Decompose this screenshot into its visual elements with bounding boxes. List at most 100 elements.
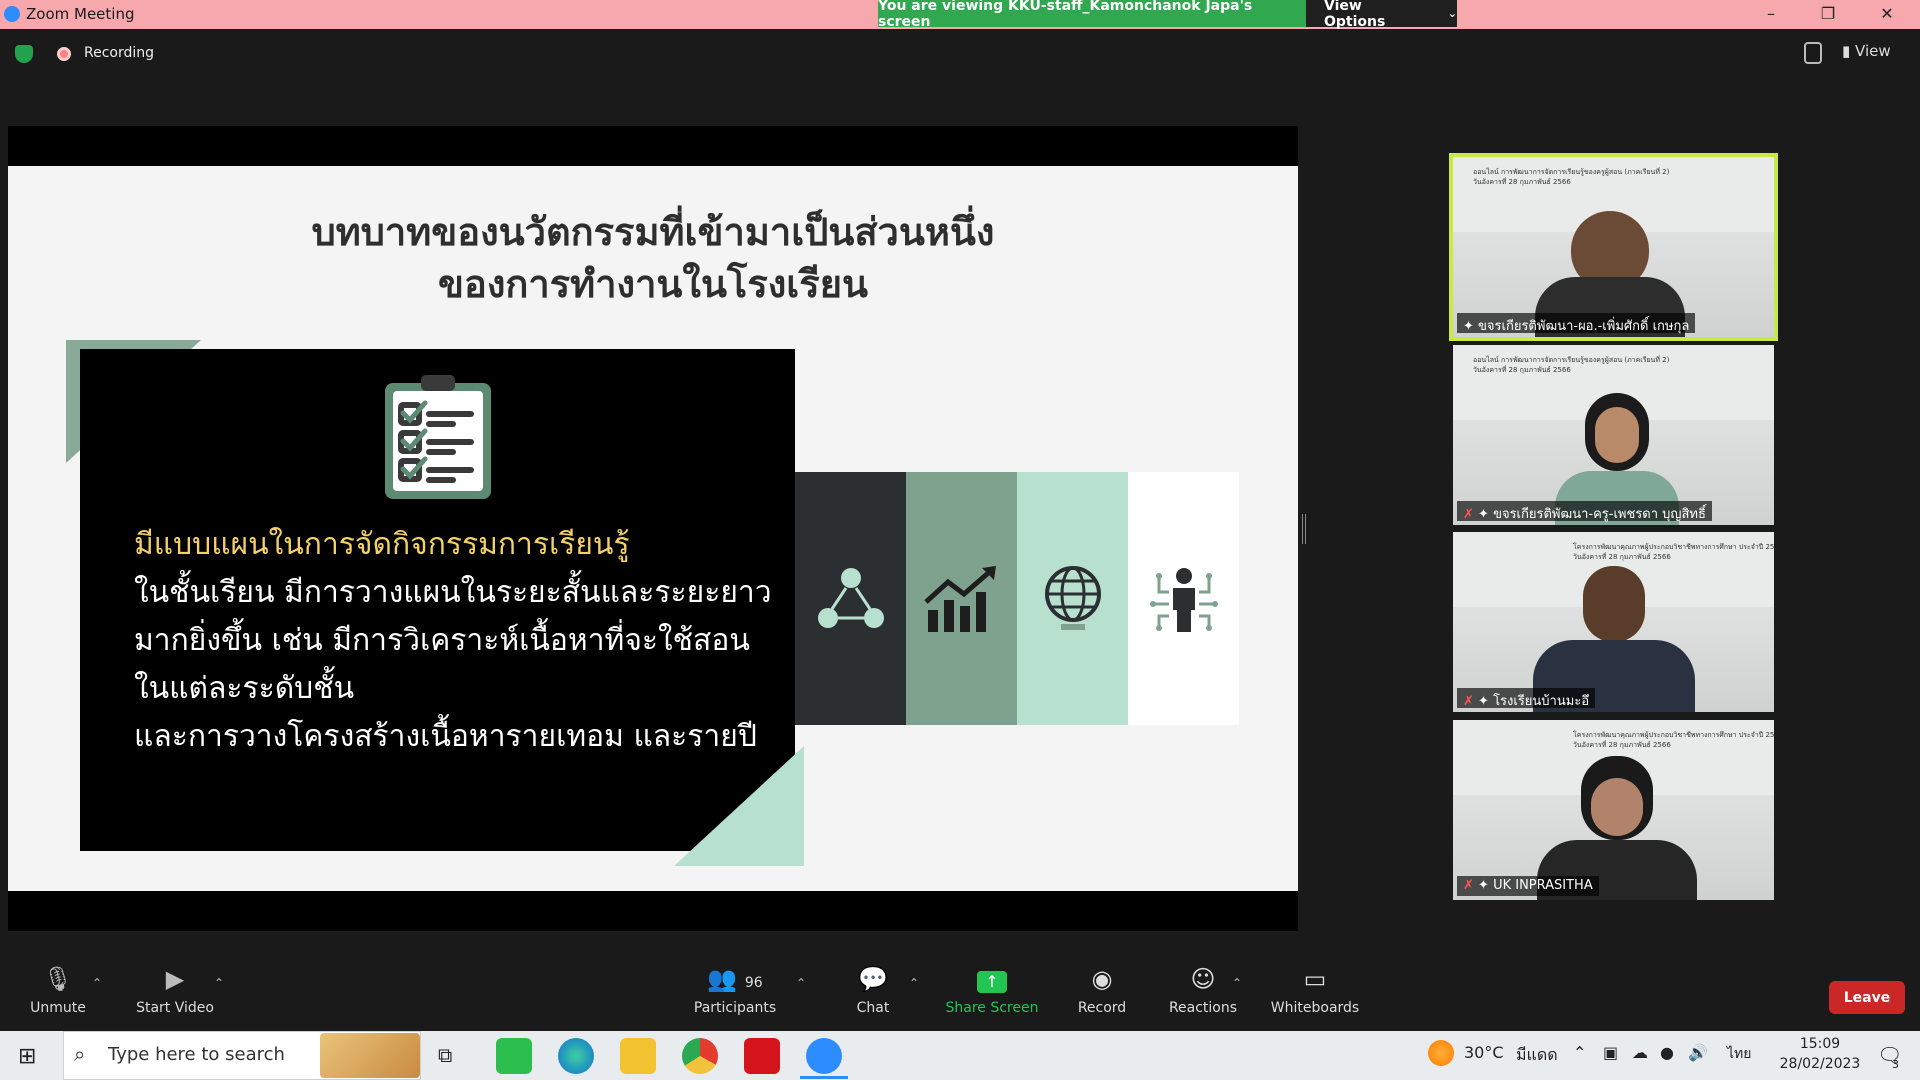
acrobat-reader-icon[interactable] — [744, 1038, 780, 1074]
meet-now-icon[interactable]: ▣ — [1603, 1043, 1618, 1062]
language-indicator[interactable]: ไทย — [1727, 1043, 1751, 1065]
task-view-icon[interactable]: ⧉ — [438, 1043, 452, 1067]
camera-switch-icon[interactable] — [1804, 42, 1822, 64]
leave-button[interactable]: Leave — [1829, 981, 1905, 1014]
tile-banner-line: ออนไลน์ การพัฒนาการจัดการเรียนรู้ของครูผ… — [1473, 168, 1670, 176]
video-options-chevron-icon[interactable]: ⌃ — [214, 976, 224, 990]
globe-icon — [1044, 565, 1101, 630]
network-icon — [817, 567, 884, 628]
tile-banner-text: โครงการพัฒนาคุณภาพผู้ประกอบวิชาชีพทางการ… — [1573, 542, 1774, 562]
share-screen-label: Share Screen — [945, 1000, 1039, 1016]
whiteboard-icon: ▭ — [1303, 965, 1327, 993]
slide-title-line-2: ของการทำงานในโรงเรียน — [438, 262, 868, 306]
tile-banner-line: โครงการพัฒนาคุณภาพผู้ประกอบวิชาชีพทางการ… — [1573, 543, 1774, 551]
close-icon[interactable]: ✕ — [1876, 4, 1898, 24]
participant-tile[interactable]: ออนไลน์ การพัฒนาการจัดการเรียนรู้ของครูผ… — [1449, 153, 1778, 341]
audio-options-chevron-icon[interactable]: ⌃ — [92, 976, 102, 990]
slide-body-text: มีแบบแผนในการจัดกิจกรรมการเรียนรู้ ในชั้… — [134, 521, 784, 761]
whiteboards-label: Whiteboards — [1270, 1000, 1360, 1016]
onedrive-cloud-icon[interactable]: ☁ — [1632, 1043, 1648, 1062]
view-options-label: View Options — [1324, 0, 1386, 30]
record-button[interactable]: ◉ Record — [1076, 964, 1128, 1016]
zoom-app-icon[interactable] — [806, 1038, 842, 1074]
chat-options-chevron-icon[interactable]: ⌃ — [909, 976, 919, 990]
icon-panel-network — [795, 472, 906, 725]
record-icon: ◉ — [1091, 965, 1113, 993]
recording-label: Recording — [84, 45, 155, 61]
pin-icon: ✦ — [1478, 694, 1494, 709]
security-shield-icon[interactable] — [15, 45, 33, 63]
share-screen-icon: ↑ — [944, 964, 1040, 994]
slide-text-highlight: มีแบบแผนในการจัดกิจกรรมการเรียนรู้ — [134, 527, 630, 562]
temperature: 30°C — [1464, 1043, 1504, 1062]
panel-splitter-handle[interactable] — [1302, 514, 1306, 544]
video-off-icon: ▶ — [165, 965, 185, 993]
search-placeholder: Type here to search — [108, 1044, 285, 1065]
view-options-button[interactable]: View Options ⌄ — [1306, 0, 1457, 30]
participant-video-face — [1595, 407, 1639, 463]
chat-label: Chat — [856, 1000, 890, 1016]
slide-title-line-1: บทบาทของนวัตกรรมที่เข้ามาเป็นส่วนหนึ่ง — [311, 210, 995, 254]
restore-icon[interactable]: ❐ — [1817, 4, 1839, 24]
icon-panel-growth — [906, 472, 1017, 725]
reactions-options-chevron-icon[interactable]: ⌃ — [1232, 976, 1242, 990]
tile-banner-line: โครงการพัฒนาคุณภาพผู้ประกอบวิชาชีพทางการ… — [1573, 731, 1774, 739]
meeting-top-strip — [0, 29, 1920, 79]
window-title: Zoom Meeting — [26, 5, 135, 23]
participant-name-bar: ✦ ขจรเกียรติพัฒนา-ผอ.-เพิ่มศักดิ์ เกษกุล — [1457, 313, 1696, 334]
slide-text-line: ในชั้นเรียน มีการวางแผนในระยะสั้นและระยะ… — [134, 575, 772, 610]
reactions-button[interactable]: ☺ Reactions — [1168, 964, 1238, 1016]
weather-sun-icon[interactable] — [1428, 1040, 1454, 1066]
start-video-button[interactable]: ▶ Start Video — [132, 964, 218, 1016]
start-video-label: Start Video — [136, 1000, 214, 1016]
icon-panel-globe — [1017, 472, 1128, 725]
whiteboards-button[interactable]: ▭ Whiteboards — [1268, 964, 1362, 1016]
chrome-browser-icon[interactable] — [682, 1038, 718, 1074]
edge-browser-icon[interactable] — [558, 1038, 594, 1074]
line-app-icon[interactable] — [496, 1038, 532, 1074]
slide-text-line: ในแต่ละระดับชั้น — [134, 671, 355, 706]
chat-icon: 💬 — [858, 965, 888, 993]
participant-name: ขจรเกียรติพัฒนา-ผอ.-เพิ่มศักดิ์ เกษกุล — [1478, 319, 1690, 334]
muted-mic-icon: ✗ — [1463, 694, 1479, 709]
reactions-label: Reactions — [1168, 1000, 1238, 1016]
pin-icon: ✦ — [1478, 878, 1494, 893]
show-hidden-icons-chevron-icon[interactable]: ⌃ — [1573, 1043, 1586, 1062]
presentation-slide: บทบาทของนวัตกรรมที่เข้ามาเป็นส่วนหนึ่ง ข… — [8, 166, 1298, 891]
participant-tile[interactable]: โครงการพัฒนาคุณภาพผู้ประกอบวิชาชีพทางการ… — [1453, 532, 1774, 712]
microphone-icon[interactable]: ● — [1660, 1043, 1674, 1062]
chat-button[interactable]: 💬 Chat — [848, 964, 898, 1016]
notification-count: 3 — [1892, 1058, 1899, 1071]
participant-video-face — [1591, 778, 1643, 836]
recording-icon — [57, 47, 71, 61]
file-explorer-icon[interactable] — [620, 1038, 656, 1074]
participants-icon: 👥 96 — [707, 965, 763, 993]
slide-text-line: และการวางโครงสร้างเนื้อหารายเทอม และรายป… — [134, 719, 757, 754]
participant-name-bar: ✗ ✦ โรงเรียนบ้านมะอึ — [1457, 688, 1596, 709]
decorative-triangle — [674, 746, 804, 866]
participant-name-bar: ✗ ✦ ขจรเกียรติพัฒนา-ครู-เพชรดา บุญสิทธิ์ — [1457, 501, 1712, 522]
minimize-icon[interactable]: – — [1760, 4, 1782, 24]
participant-tile[interactable]: ออนไลน์ การพัฒนาการจัดการเรียนรู้ของครูผ… — [1453, 345, 1774, 525]
participants-options-chevron-icon[interactable]: ⌃ — [796, 976, 806, 990]
clock-date: 28/02/2023 — [1779, 1056, 1861, 1072]
clock-time: 15:09 — [1799, 1036, 1841, 1052]
businessman-icon — [1149, 567, 1218, 632]
participants-label: Participants — [693, 1000, 777, 1016]
view-layout-icon: ▮ — [1842, 42, 1856, 60]
clock[interactable]: 15:09 28/02/2023 — [1770, 1034, 1870, 1074]
search-icon: ⌕ — [74, 1042, 86, 1066]
participant-name: โรงเรียนบ้านมะอึ — [1493, 694, 1590, 709]
unmute-label: Unmute — [30, 1000, 86, 1016]
volume-icon[interactable]: 🔊 — [1688, 1043, 1708, 1062]
view-label: View — [1855, 42, 1891, 60]
viewing-screen-banner: You are viewing KKU-staff_Kamonchanok Ja… — [878, 0, 1306, 30]
view-button[interactable]: ▮ View — [1842, 42, 1891, 60]
share-screen-button[interactable]: ↑ Share Screen — [944, 964, 1040, 1016]
participants-button[interactable]: 👥 96 Participants — [690, 964, 780, 1016]
pin-icon: ✦ — [1463, 319, 1479, 334]
windows-start-icon[interactable]: ⊞ — [18, 1044, 36, 1069]
tile-banner-text: โครงการพัฒนาคุณภาพผู้ประกอบวิชาชีพทางการ… — [1573, 730, 1774, 750]
participant-tile[interactable]: โครงการพัฒนาคุณภาพผู้ประกอบวิชาชีพทางการ… — [1453, 720, 1774, 900]
unmute-button[interactable]: 🎙 Unmute — [28, 964, 88, 1016]
